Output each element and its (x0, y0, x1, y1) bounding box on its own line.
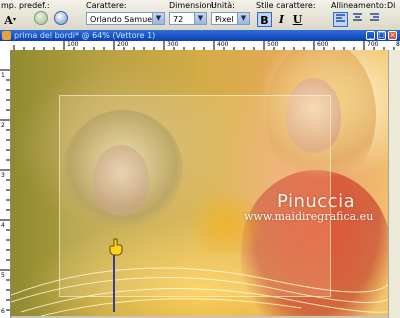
italic-button[interactable]: I (274, 12, 289, 27)
swirl-lines (11, 250, 388, 316)
signature-url: www.maidiregrafica.eu (244, 210, 374, 223)
bold-button[interactable]: B (257, 12, 272, 27)
signature-name: Pinuccia (277, 191, 356, 212)
minimize-icon[interactable]: _ (366, 31, 375, 40)
document-icon (2, 31, 11, 40)
text-toolbar: mp. predef.: A ▾ Carattere: Orlando Samu… (0, 0, 400, 31)
ruler-label: 600 (317, 41, 329, 48)
unit-select[interactable]: Pixel ▼ (211, 12, 250, 25)
ruler-label: 5 (1, 272, 5, 279)
cancel-icon[interactable] (54, 11, 68, 25)
style-label: Stile carattere: (256, 1, 316, 10)
preset-label: mp. predef.: (1, 1, 50, 10)
unit-value: Pixel (215, 15, 234, 24)
ruler-label: 4 (1, 222, 5, 229)
ruler-label: 1 (1, 72, 5, 79)
font-value: Orlando Samuels (90, 15, 159, 24)
underline-button[interactable]: U (290, 12, 305, 27)
preset-dropdown-arrow-icon[interactable]: ▾ (13, 15, 16, 24)
ruler-label: 300 (167, 41, 179, 48)
ruler-label: 500 (267, 41, 279, 48)
vertical-scrollbar[interactable] (388, 50, 400, 318)
ruler-label: 2 (1, 122, 5, 129)
font-select[interactable]: Orlando Samuels ▼ (86, 12, 165, 25)
align-center-icon[interactable] (350, 12, 365, 27)
document-window: prima del bordi* @ 64% (Vettore 1) _ □ × (0, 30, 400, 318)
align-label: Allineamento: (331, 1, 387, 10)
font-label: Carattere: (86, 1, 127, 10)
align-right-icon[interactable] (367, 12, 382, 27)
image-canvas[interactable]: Pinuccia www.maidiregrafica.eu (11, 50, 388, 316)
direction-label: Di (387, 1, 396, 10)
document-titlebar[interactable]: prima del bordi* @ 64% (Vettore 1) _ □ × (0, 30, 400, 41)
apply-icon[interactable] (34, 11, 48, 25)
chevron-down-icon[interactable]: ▼ (194, 13, 206, 24)
ruler-label: 400 (217, 41, 229, 48)
ruler-label: 200 (117, 41, 129, 48)
ruler-label: 3 (1, 172, 5, 179)
ruler-label: 700 (367, 41, 379, 48)
ruler-label: 100 (67, 41, 79, 48)
close-icon[interactable]: × (388, 31, 397, 40)
size-value: 72 (173, 15, 184, 24)
ruler-ticks (13, 41, 395, 50)
chevron-down-icon[interactable]: ▼ (152, 13, 164, 24)
size-select[interactable]: 72 ▼ (169, 12, 207, 25)
document-title: prima del bordi* @ 64% (Vettore 1) (14, 31, 156, 40)
ruler-label: 6 (1, 308, 5, 315)
size-label: Dimensioni: (169, 1, 217, 10)
pointing-hand-icon (109, 238, 123, 256)
vertical-ruler: 1 2 3 4 5 6 (0, 50, 11, 318)
unit-label: Unità: (211, 1, 235, 10)
align-left-icon[interactable] (333, 12, 348, 27)
ruler-label: 800 (396, 41, 400, 48)
chevron-down-icon[interactable]: ▼ (237, 13, 249, 24)
maximize-icon[interactable]: □ (377, 31, 386, 40)
